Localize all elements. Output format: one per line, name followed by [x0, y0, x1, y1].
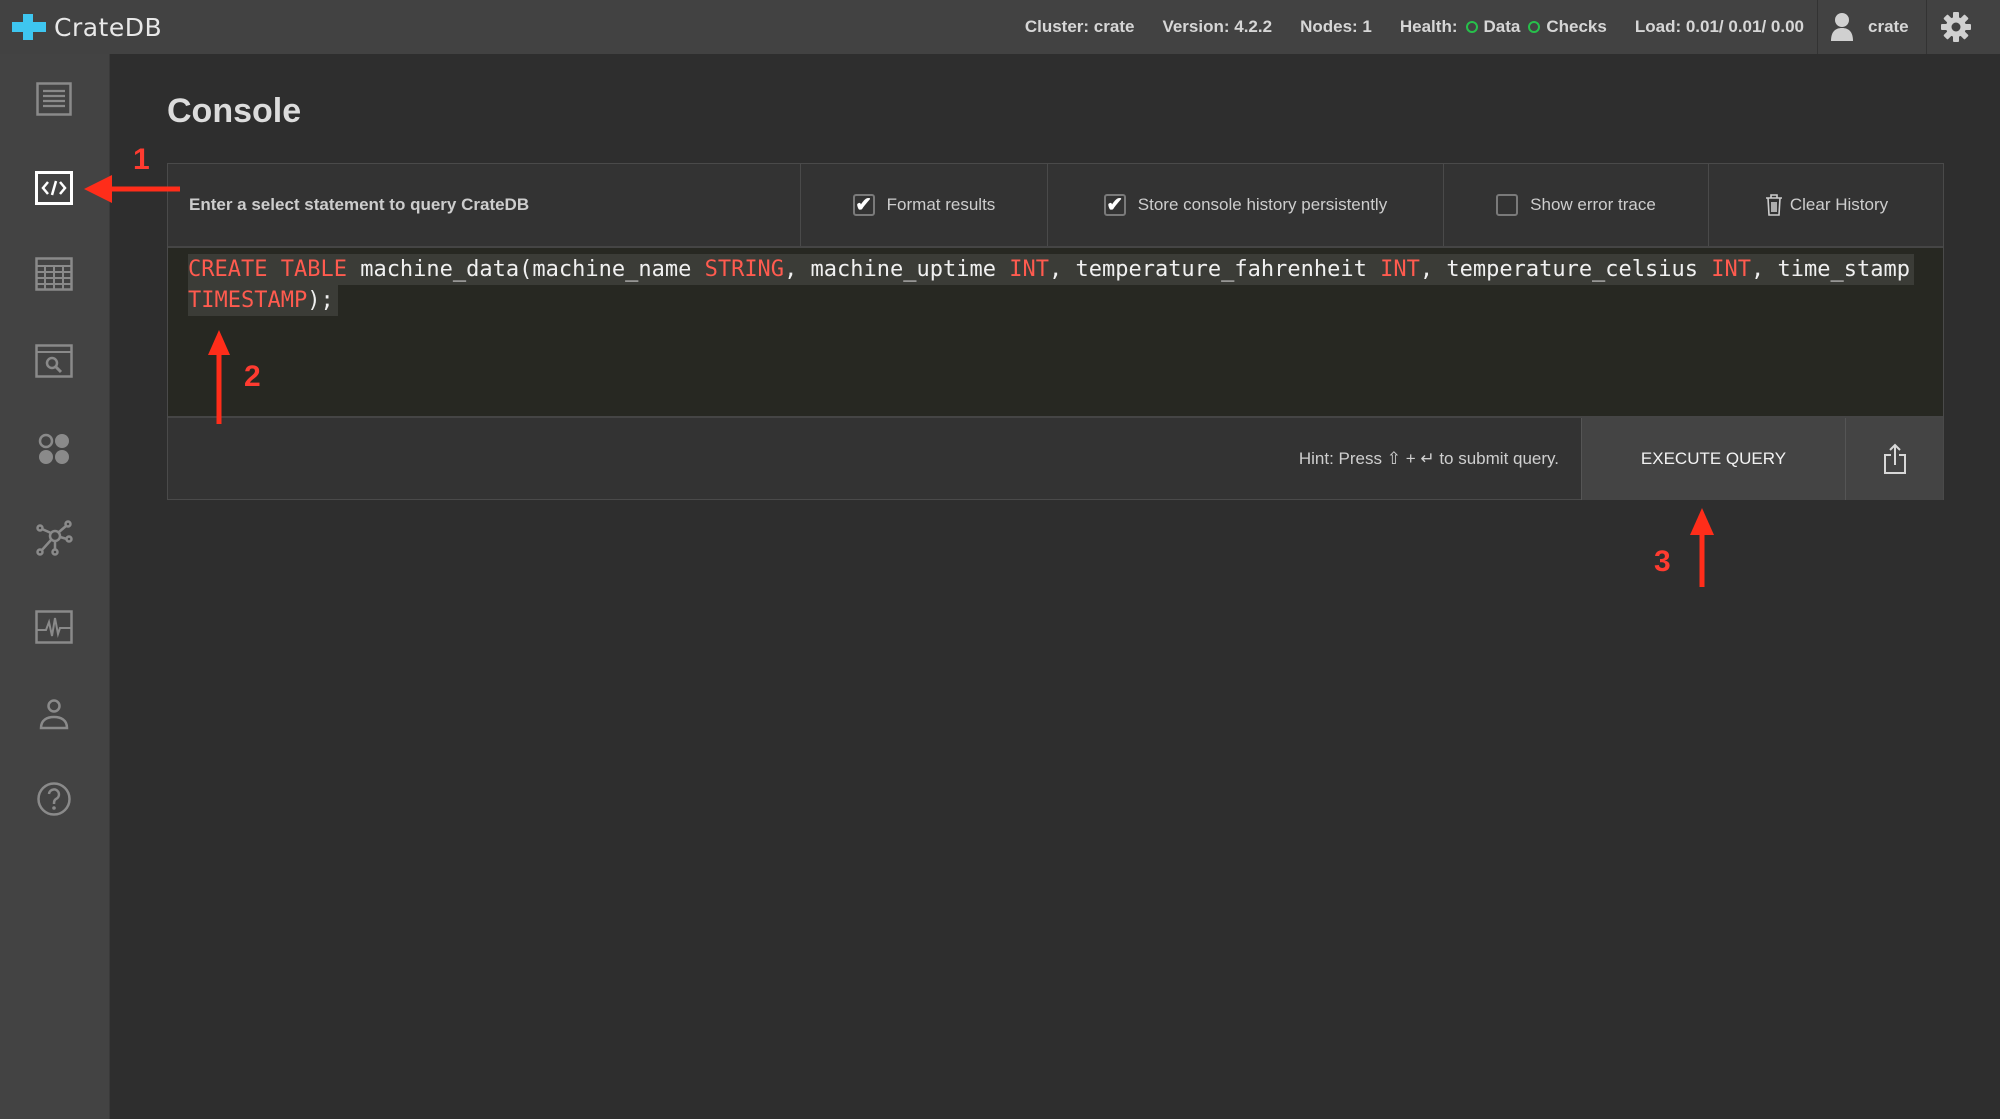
annotation-label-3: 3 — [1654, 545, 1671, 578]
annotation-arrow-2 — [208, 330, 230, 424]
annotation-label-1: 1 — [133, 143, 150, 176]
annotation-label-2: 2 — [244, 360, 261, 393]
annotation-arrow-1 — [84, 175, 180, 203]
annotation-arrow-3 — [1690, 508, 1714, 587]
annotation-layer — [84, 175, 1714, 587]
